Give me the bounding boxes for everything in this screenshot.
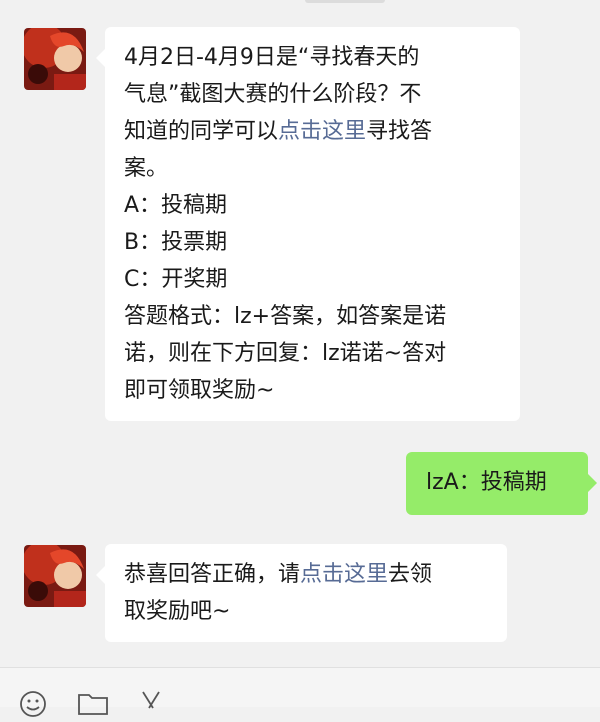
scissors-icon[interactable]	[139, 690, 163, 720]
my-reply-text: lzA：投稿期	[426, 470, 547, 495]
message-line: 4月2日-4月9日是“寻找春天的	[124, 39, 502, 76]
message-line: 知道的同学可以点击这里寻找答	[124, 113, 502, 150]
message-text: 取奖励吧~	[124, 599, 231, 624]
click-here-link[interactable]: 点击这里	[278, 119, 366, 144]
message-line: 气息”截图大赛的什么阶段？不	[124, 76, 502, 113]
bot-avatar[interactable]	[24, 28, 86, 90]
message-line: 诺，则在下方回复：lz诺诺~答对	[124, 335, 502, 372]
message-bubble-congrats: 恭喜回答正确，请点击这里去领取奖励吧~	[96, 544, 507, 642]
message-text: 寻找答	[366, 119, 433, 144]
scroll-top-indicator	[305, 0, 385, 3]
message-text: 答题格式：lz+答案，如答案是诺	[124, 304, 447, 329]
message-text: 知道的同学可以	[124, 119, 279, 144]
message-text: 4月2日-4月9日是“寻找春天的	[124, 45, 420, 70]
message-line: A：投稿期	[124, 187, 502, 224]
message-text: 即可领取奖励~	[124, 378, 275, 403]
message-line: 案。	[124, 150, 502, 187]
message-line: 恭喜回答正确，请点击这里去领	[124, 556, 489, 593]
message-text: A：投稿期	[124, 193, 228, 218]
message-bubble-question: 4月2日-4月9日是“寻找春天的 气息”截图大赛的什么阶段？不 知道的同学可以点击这…	[96, 27, 520, 421]
chat-input-toolbar	[0, 667, 600, 717]
message-text: C：开奖期	[124, 267, 228, 292]
bot-avatar[interactable]	[24, 545, 86, 607]
message-text: 案。	[124, 156, 169, 181]
click-here-link[interactable]: 点击这里	[300, 562, 388, 587]
message-text: 恭喜回答正确，请	[124, 562, 301, 587]
message-line: B：投票期	[124, 224, 502, 261]
message-text: 诺，则在下方回复：lz诺诺~答对	[124, 341, 447, 366]
message-line: C：开奖期	[124, 261, 502, 298]
message-text: 气息”截图大赛的什么阶段？不	[124, 82, 422, 107]
message-line: 答题格式：lz+答案，如答案是诺	[124, 298, 502, 335]
message-line: 取奖励吧~	[124, 593, 489, 630]
message-text: B：投票期	[124, 230, 228, 255]
message-line: 即可领取奖励~	[124, 372, 502, 409]
message-text: 去领	[388, 562, 433, 587]
emoji-icon[interactable]	[19, 690, 47, 722]
my-reply-bubble: lzA：投稿期	[406, 452, 597, 515]
folder-icon[interactable]	[77, 690, 109, 720]
